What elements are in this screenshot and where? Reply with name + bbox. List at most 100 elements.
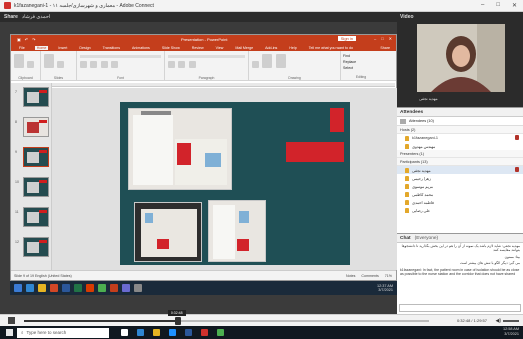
slide-thumbnail[interactable]: 12 <box>15 237 49 257</box>
zoom-level[interactable]: 71% <box>385 274 392 278</box>
shapes-icon[interactable] <box>252 61 259 68</box>
system-tray-clock[interactable]: 12:58 AM 3/7/2021 <box>503 327 519 337</box>
redo-icon[interactable]: ↷ <box>32 37 35 42</box>
tab-slide-show[interactable]: Slide Show <box>160 46 182 50</box>
chat-recipient[interactable]: (Everyone) <box>415 236 438 241</box>
mail-icon[interactable] <box>185 329 192 336</box>
video-pod-title: Video <box>400 14 414 20</box>
ppt-maximize-icon[interactable]: □ <box>381 36 383 41</box>
ribbon-group-label: Clipboard <box>18 76 33 80</box>
layout-icon[interactable] <box>57 61 65 68</box>
maximize-button[interactable]: □ <box>496 2 500 9</box>
slide-thumbnail[interactable]: 10 <box>15 177 49 197</box>
store-icon[interactable] <box>169 329 176 336</box>
slide-photo-model-room[interactable] <box>128 108 232 190</box>
tab-file[interactable]: File <box>17 46 27 50</box>
minimize-button[interactable]: – <box>481 2 484 9</box>
paste-icon[interactable] <box>14 54 24 68</box>
ribbon-group-label: Paragraph <box>198 76 215 80</box>
chrome-icon <box>98 284 106 292</box>
underline-icon[interactable] <box>100 61 108 68</box>
sign-in-button[interactable]: Sign in <box>337 36 356 41</box>
tab-home[interactable]: Home <box>34 45 49 50</box>
slide-photo-side-view[interactable] <box>208 200 266 262</box>
attendee-group-hosts[interactable]: Hosts (2) <box>397 126 523 134</box>
adobe-connect-taskbar-icon[interactable] <box>201 329 208 336</box>
attendee-row[interactable]: مهدیه نجفی <box>397 166 523 174</box>
window-titlebar: k1fazanegani-1 - معماری و شهرسازی/جلسه ۱… <box>0 0 523 12</box>
play-pause-button[interactable] <box>8 317 15 324</box>
windows-start-button[interactable] <box>6 329 13 336</box>
align-center-icon[interactable] <box>178 61 186 68</box>
comments-button[interactable]: Comments <box>361 274 378 278</box>
tab-transitions[interactable]: Transitions <box>101 46 122 50</box>
current-slide[interactable] <box>120 102 350 265</box>
chrome-icon[interactable] <box>217 329 224 336</box>
thumbnail-image <box>27 212 39 223</box>
attendees-view-icon[interactable] <box>400 118 406 124</box>
volume-slider[interactable] <box>503 320 519 322</box>
save-icon[interactable]: ▣ <box>17 37 21 42</box>
tab-view[interactable]: View <box>214 46 226 50</box>
tell-me-box[interactable]: Tell me what you want to do <box>307 46 355 50</box>
tab-add-ins[interactable]: Add-ins <box>263 46 279 50</box>
task-view-icon[interactable] <box>121 329 128 336</box>
slide-photo-top-view[interactable] <box>134 202 202 262</box>
playback-seek-bar[interactable]: 0:32:48 <box>24 310 429 325</box>
attendee-row[interactable]: مریم موسوی <box>397 182 523 190</box>
slide-thumbnail-pane[interactable]: 7 8 9 10 11 12 <box>11 83 52 270</box>
tab-design[interactable]: Design <box>77 46 92 50</box>
attendee-row[interactable]: زهرا رحیمی <box>397 174 523 182</box>
slide-thumbnail-active[interactable]: 9 <box>15 147 49 167</box>
file-explorer-icon[interactable] <box>153 329 160 336</box>
chat-message: مهدیه نجفی: شاید لازم باشد یک نمونه از آ… <box>401 244 520 253</box>
ppt-close-icon[interactable]: ✕ <box>389 36 392 41</box>
font-family-select[interactable] <box>80 55 161 58</box>
tab-insert[interactable]: Insert <box>56 46 69 50</box>
attendee-group-participants[interactable]: Participants (13) <box>397 158 523 166</box>
close-button[interactable]: ✕ <box>512 2 517 9</box>
user-icon <box>405 143 409 149</box>
tab-help[interactable]: Help <box>287 46 298 50</box>
attendee-row[interactable]: مهندس مهدوی <box>397 142 523 150</box>
slide-thumbnail[interactable]: 7 <box>15 87 49 107</box>
ppt-share-button[interactable]: Share <box>378 46 392 50</box>
edge-icon[interactable] <box>137 329 144 336</box>
cut-icon[interactable] <box>27 61 35 68</box>
webcam-video[interactable] <box>417 24 505 92</box>
attendee-row[interactable]: محمد کاظمی <box>397 190 523 198</box>
group-label: Hosts (2) <box>400 127 416 132</box>
tab-mail-merge[interactable]: Mail Merge <box>233 46 255 50</box>
align-right-icon[interactable] <box>188 61 196 68</box>
new-slide-icon[interactable] <box>44 54 54 68</box>
attendee-row[interactable]: k1fazanegani-1 <box>397 134 523 142</box>
font-color-icon[interactable] <box>111 61 119 68</box>
select-button[interactable]: Select <box>343 65 379 71</box>
notes-button[interactable]: Notes <box>346 274 355 278</box>
align-left-icon[interactable] <box>168 61 175 68</box>
ribbon-group-editing: Find Replace Select Editing <box>341 51 381 81</box>
slide-thumbnail[interactable]: 8 <box>15 117 49 137</box>
undo-icon[interactable]: ↶ <box>25 37 28 42</box>
thumbnail-image <box>27 242 39 253</box>
slide-thumbnail[interactable]: 11 <box>15 207 49 227</box>
tab-review[interactable]: Review <box>190 46 206 50</box>
quick-styles-icon[interactable] <box>275 54 286 68</box>
attendee-group-presenters[interactable]: Presenters (1) <box>397 150 523 158</box>
ppt-minimize-icon[interactable]: – <box>374 36 376 41</box>
tab-animations[interactable]: Animations <box>130 46 152 50</box>
italic-icon[interactable] <box>90 61 98 68</box>
attendee-row[interactable]: فاطمه احمدی <box>397 198 523 206</box>
slide-red-bar-horizontal[interactable] <box>286 142 344 162</box>
volume-icon[interactable]: ◀) <box>495 318 501 324</box>
paragraph-controls[interactable] <box>168 55 245 58</box>
model-blue-fixture <box>239 211 249 223</box>
attendee-row[interactable]: علی رضایی <box>397 206 523 214</box>
arrange-icon[interactable] <box>262 54 273 68</box>
powerpoint-window: ▣ ↶ ↷ Presentation - PowerPoint Sign in … <box>10 34 397 281</box>
bold-icon[interactable] <box>80 61 87 68</box>
chat-input[interactable] <box>399 304 521 312</box>
taskbar-search-box[interactable]: ⌕ Type here to search <box>17 327 109 338</box>
seek-handle[interactable] <box>174 317 181 325</box>
slide-red-bar-vertical[interactable] <box>330 108 344 132</box>
